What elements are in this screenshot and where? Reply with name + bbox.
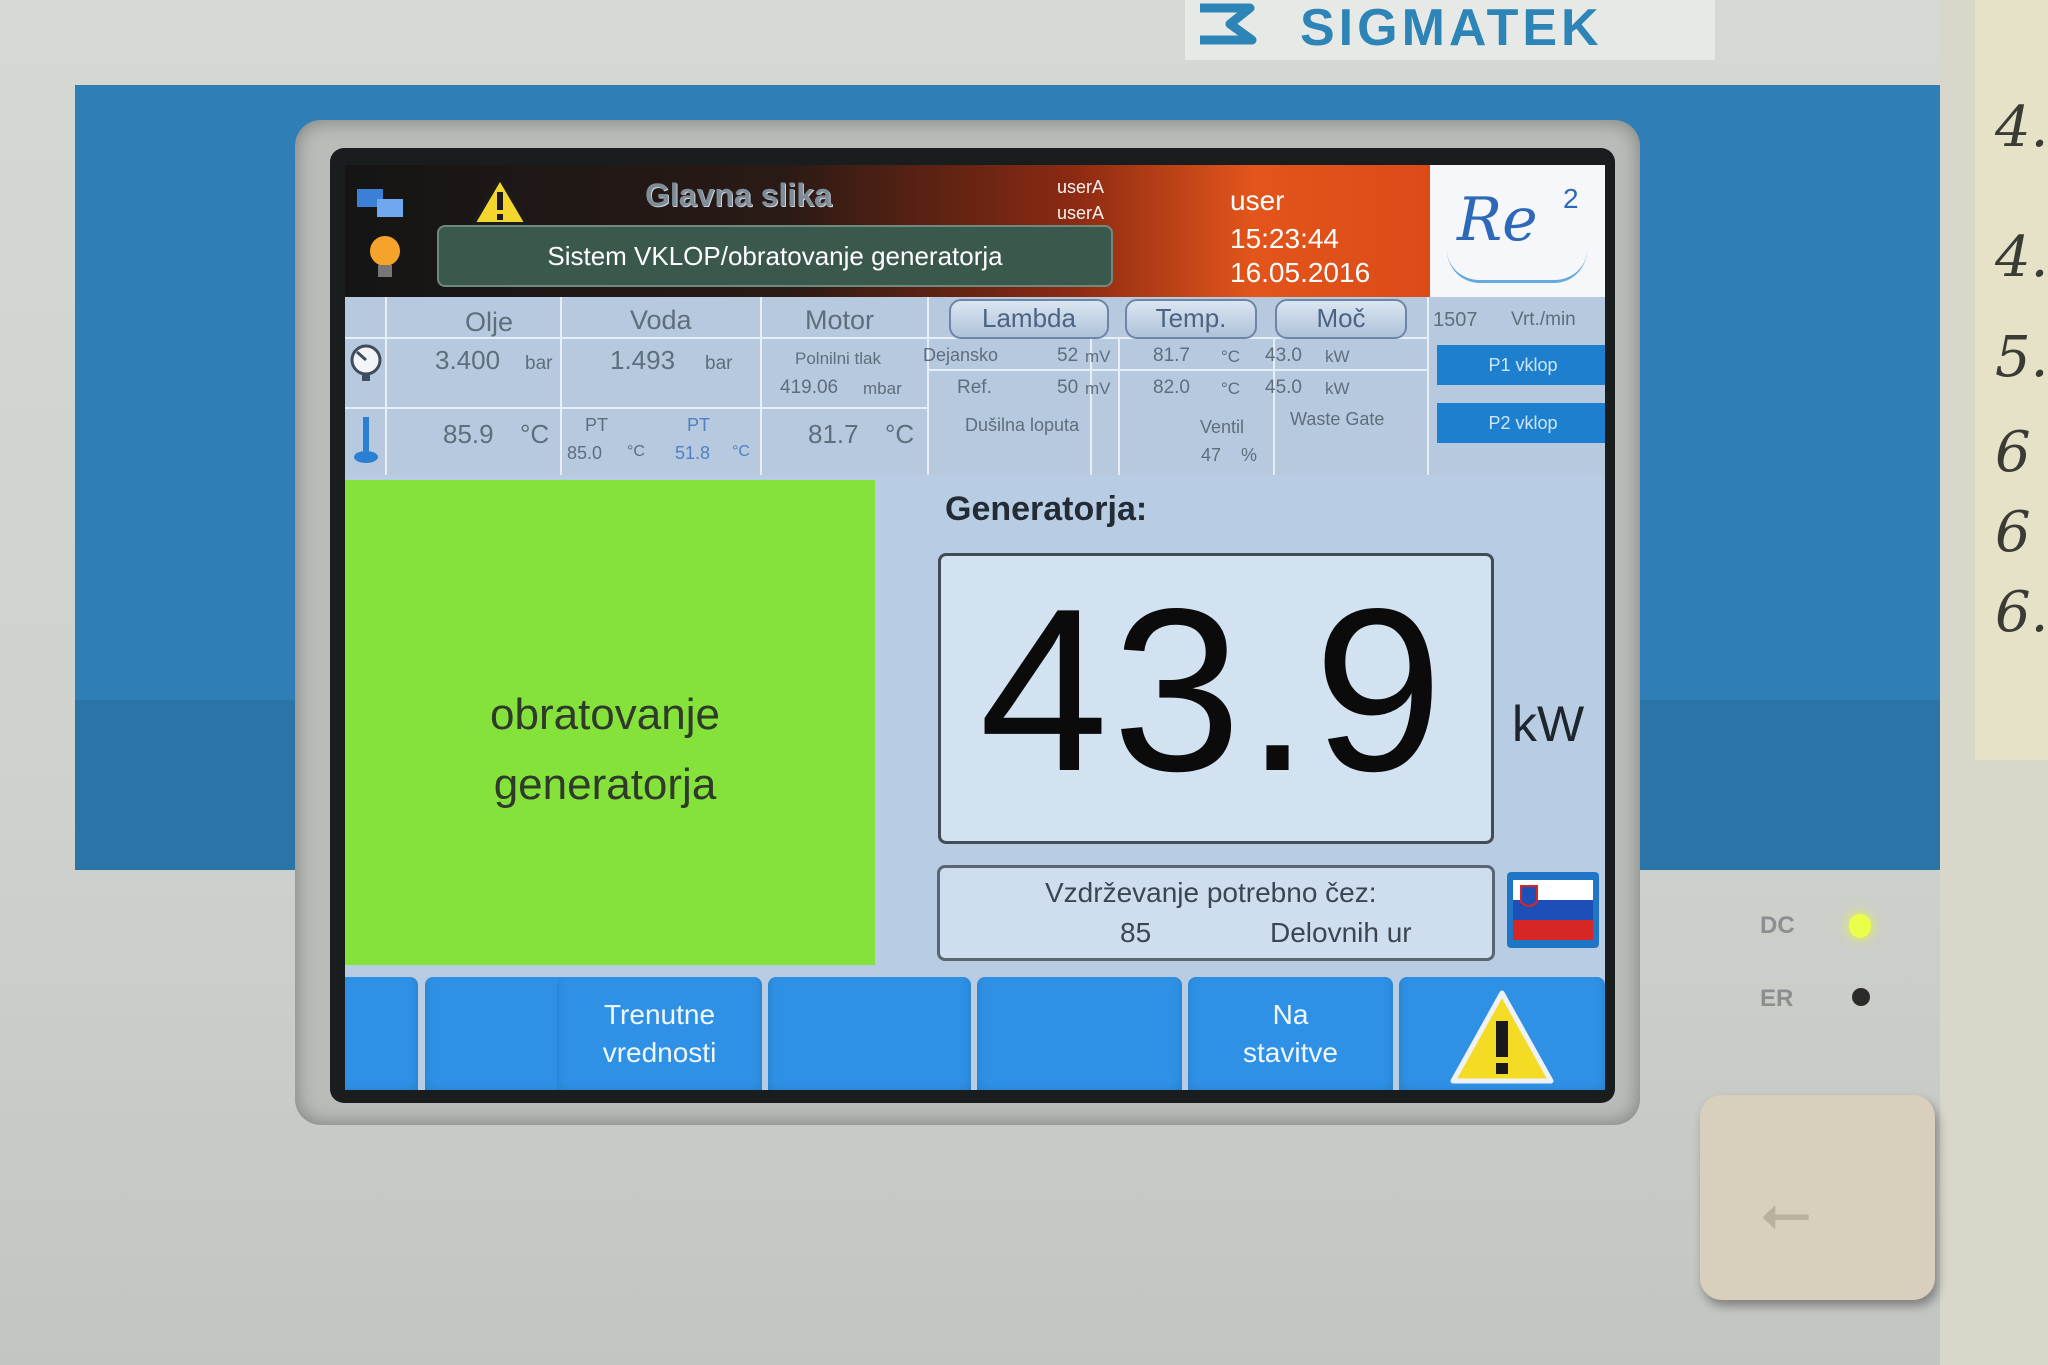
throttle-label: Dušilna loputa [965,415,1080,435]
pump1-on-button[interactable]: P1 vklop [1437,345,1605,385]
power-ref-unit: kW [1325,379,1350,398]
usb-icon: ⭠ [1760,1176,1812,1248]
user-a-label: userA [1057,177,1105,197]
led-dc-label: DC [1760,912,1795,939]
note-line: 6 [1995,420,2031,485]
screen-title: Glavna slika [645,177,832,213]
language-button[interactable] [1507,872,1599,948]
state-line-2: generatorja [493,760,717,809]
function-key-4[interactable] [977,977,1182,1090]
boost-label: Polnilni tlak [795,349,881,368]
rpm-value: 1507 [1433,309,1478,331]
wastegate-label: Waste Gate [1290,409,1385,429]
lamp-icon[interactable] [367,233,403,283]
led-dc-indicator [1849,914,1871,938]
water-pressure-unit: bar [705,353,733,374]
water-pressure-value: 1.493 [610,345,676,375]
function-key-3[interactable] [768,977,971,1090]
lambda-actual-label: Dejansko [923,345,999,365]
generator-power-value: 43.9 [979,561,1447,820]
alarm-warning-icon [1450,990,1554,1084]
settings-button[interactable]: Na stavitve [1188,977,1393,1090]
warning-icon[interactable] [470,175,530,227]
rpm-unit: Vrt./min [1511,309,1576,330]
motor-temp-unit: °C [885,419,915,449]
lambda-button[interactable]: Lambda [949,299,1109,339]
settings-line-1: Na [1272,999,1309,1030]
power-actual-unit: kW [1325,347,1350,366]
led-er-indicator [1852,988,1870,1006]
water-pt2-value: 51.8 [675,443,711,463]
led-er-label: ER [1760,985,1794,1012]
hmi-display: Glavna slika userA userA user 15:23:44 1… [345,165,1605,1090]
temp-actual-value: 81.7 [1153,345,1190,366]
valve-label: Ventil [1200,417,1245,437]
maintenance-label: Vzdrževanje potrebno čez: [1045,877,1377,908]
logo-text: Re [1457,185,1538,255]
valve-value: 47 [1201,445,1222,465]
water-pt1-label: PT [585,415,609,435]
network-icon[interactable] [355,185,410,220]
generator-label: Generatorja: [945,490,1148,528]
current-values-button[interactable]: Trenutne vrednosti [557,977,762,1090]
oil-temp-value: 85.9 [443,419,494,449]
clock-time: 15:23:44 [1230,223,1339,254]
user-label[interactable]: user [1230,185,1284,217]
settings-line-2: stavitve [1243,1037,1338,1068]
lambda-actual-value: 52 [1057,345,1079,366]
temp-ref-value: 82.0 [1153,377,1190,398]
logo-superscript: 2 [1563,183,1579,214]
alarm-button[interactable] [1399,977,1605,1090]
pump2-on-button[interactable]: P2 vklop [1437,403,1605,443]
parameter-grid: Olje Voda Motor Lambda Temp. Moč 1507 Vr… [345,297,1605,475]
note-line: 4. [1995,225,2048,290]
note-line: 4. [1995,95,2048,160]
user-a-label: userA [1057,203,1105,223]
boost-value: 419.06 [780,377,839,398]
power-actual-value: 43.0 [1265,345,1302,366]
lambda-ref-unit: mV [1085,379,1111,398]
temp-ref-unit: °C [1221,379,1241,398]
usb-port-cover[interactable] [1700,1095,1935,1300]
clock-date: 16.05.2016 [1230,257,1371,288]
boost-unit: mbar [863,379,902,398]
power-button[interactable]: Moč [1275,299,1407,339]
valve-unit: % [1241,445,1258,465]
maintenance-hours: 85 [1120,917,1152,948]
current-values-line-2: vrednosti [602,1037,717,1068]
water-pt1-value: 85.0 [567,443,603,463]
temp-button[interactable]: Temp. [1125,299,1257,339]
water-header: Voda [630,305,692,335]
power-ref-value: 45.0 [1265,377,1302,398]
pressure-gauge-icon [350,344,382,381]
thermometer-icon [354,417,378,463]
sigmatek-logo-icon [1200,3,1257,45]
slovenia-flag-icon [1513,880,1593,940]
temp-actual-unit: °C [1221,347,1241,366]
oil-pressure-value: 3.400 [435,345,501,375]
function-key-1[interactable] [345,977,418,1090]
generator-power-unit: kW [1512,696,1585,752]
water-pt2-label: PT [687,415,711,435]
brand-name: SIGMATEK [1300,0,1603,57]
motor-header: Motor [805,305,875,335]
state-line-1: obratovanje [490,690,720,739]
water-pt2-unit: °C [732,443,750,460]
note-line: 5. [1995,325,2048,390]
maintenance-unit: Delovnih ur [1270,917,1412,948]
oil-pressure-unit: bar [525,353,553,374]
lambda-ref-label: Ref. [957,377,992,398]
note-line: 6 [1995,500,2031,565]
oil-temp-unit: °C [520,419,550,449]
status-message: Sistem VKLOP/obratovanje generatorja [437,225,1113,287]
logo-swoosh-icon [1447,250,1587,283]
generator-state-text: obratovanje generatorja [345,680,865,820]
oil-header: Olje [465,307,514,337]
lambda-ref-value: 50 [1057,377,1079,398]
note-line: 6. [1995,580,2048,645]
motor-temp-value: 81.7 [808,419,859,449]
current-values-line-1: Trenutne [603,999,716,1030]
water-pt1-unit: °C [627,443,645,460]
lambda-actual-unit: mV [1085,347,1111,366]
